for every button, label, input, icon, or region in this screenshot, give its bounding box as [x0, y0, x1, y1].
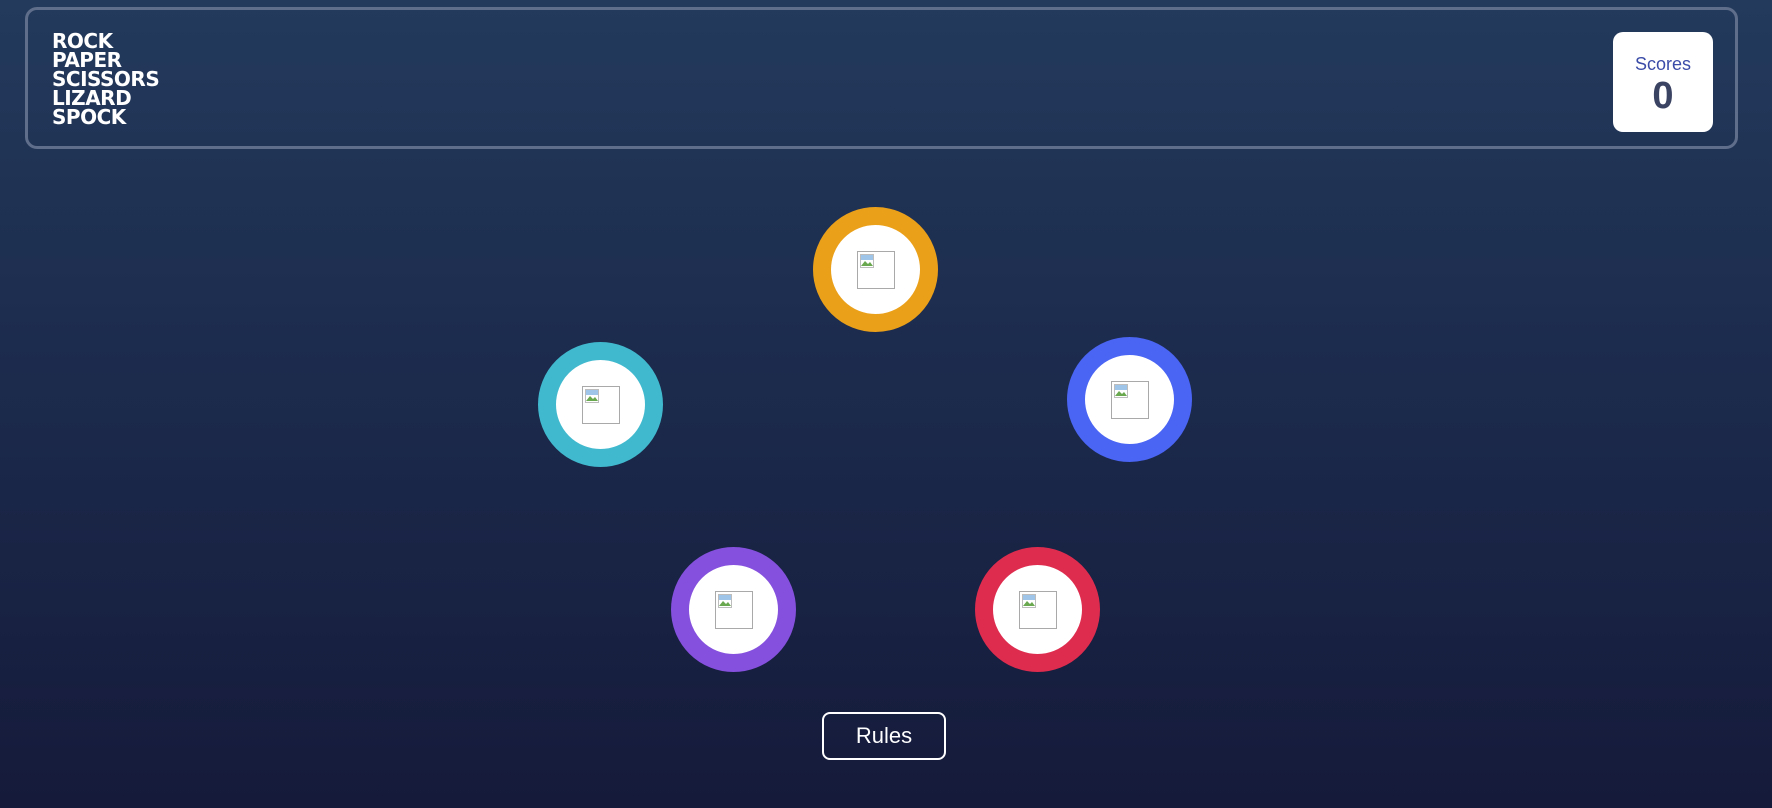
score-box: Scores 0	[1613, 32, 1713, 132]
rules-button[interactable]: Rules	[822, 712, 946, 760]
paper-button[interactable]	[1067, 337, 1192, 462]
lizard-button[interactable]	[671, 547, 796, 672]
score-value: 0	[1652, 75, 1674, 117]
score-label: Scores	[1634, 54, 1692, 74]
game-logo: ROCK PAPER SCISSORS LIZARD SPOCK	[52, 31, 160, 129]
broken-image-icon	[1018, 590, 1057, 629]
scissors-button[interactable]	[813, 207, 938, 332]
rock-button[interactable]	[975, 547, 1100, 672]
broken-image-glyph	[859, 253, 874, 268]
broken-image-glyph	[1021, 593, 1036, 608]
broken-image-icon	[581, 385, 620, 424]
broken-image-glyph	[584, 388, 599, 403]
spock-button[interactable]	[538, 342, 663, 467]
logo-line-spock: SPOCK	[52, 105, 126, 129]
broken-image-icon	[1110, 380, 1149, 419]
broken-image-glyph	[1113, 383, 1128, 398]
header-bar: ROCK PAPER SCISSORS LIZARD SPOCK Scores …	[25, 7, 1738, 149]
broken-image-glyph	[717, 593, 732, 608]
broken-image-icon	[856, 250, 895, 289]
broken-image-icon	[714, 590, 753, 629]
